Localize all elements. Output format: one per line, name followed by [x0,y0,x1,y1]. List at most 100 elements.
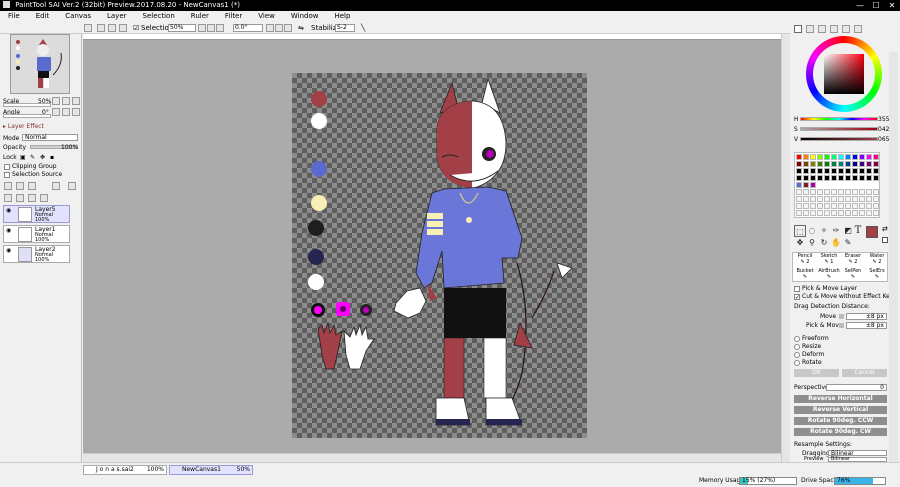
lock-paint-icon[interactable]: ✎ [30,154,35,161]
palette-swatch[interactable] [810,161,816,167]
palette-swatch-empty[interactable] [845,210,851,216]
ok-button[interactable]: OK [794,369,839,377]
palette-swatch[interactable] [838,175,844,181]
delete-layer-icon[interactable] [40,194,48,202]
palette-swatch[interactable] [852,175,858,181]
saturation-slider[interactable] [800,127,878,131]
palette-swatch[interactable] [831,168,837,174]
palette-swatch[interactable] [810,175,816,181]
palette-swatch-empty[interactable] [817,203,823,209]
merge-down-icon[interactable] [16,194,24,202]
freeform-radio[interactable] [794,336,800,342]
menu-window[interactable]: Window [283,11,327,22]
palette-swatch[interactable] [831,161,837,167]
deselect-icon[interactable] [108,24,116,32]
palette-swatch[interactable] [803,182,809,188]
palette-swatch[interactable] [845,161,851,167]
palette-swatch[interactable] [796,175,802,181]
new-linework-layer-icon[interactable] [16,182,24,190]
palette-swatch-empty[interactable] [796,210,802,216]
brush-tool-selers[interactable]: SelErs ✎ [865,268,889,282]
reverse-vertical-button[interactable]: Reverse Vertical [794,406,887,414]
brush-tool-water[interactable]: Water ✎ 2 [865,253,889,267]
hsv-slider-tab-icon[interactable] [818,25,826,33]
brush-tool-pencil[interactable]: Pencil ✎ 2 [793,253,817,267]
palette-swatch-empty[interactable] [838,196,844,202]
palette-swatch-empty[interactable] [824,189,830,195]
palette-swatch-empty[interactable] [810,189,816,195]
palette-swatch-empty[interactable] [859,189,865,195]
new-folder-icon[interactable] [28,182,36,190]
redo-icon[interactable] [97,24,105,32]
palette-swatch[interactable] [859,161,865,167]
stabilizer-select[interactable]: S-2 [335,24,355,32]
palette-swatch-empty[interactable] [852,196,858,202]
palette-swatch-empty[interactable] [831,196,837,202]
cancel-button[interactable]: Cancel [842,369,887,377]
palette-swatch[interactable] [852,161,858,167]
layer-item[interactable]: ◉ Layer1 Normal 100% [3,225,70,243]
palette-swatch[interactable] [866,175,872,181]
palette-swatch[interactable] [810,168,816,174]
palette-swatch-empty[interactable] [845,196,851,202]
new-layer-icon[interactable] [4,182,12,190]
menu-ruler[interactable]: Ruler [183,11,217,22]
palette-swatch-empty[interactable] [845,203,851,209]
eye-icon[interactable]: ◉ [6,208,13,214]
move-icon[interactable]: ✥ [794,237,806,249]
layer-thumbnail-icon[interactable] [68,182,76,190]
eyedropper-icon[interactable]: ✑ [830,225,842,237]
layer-item[interactable]: ◉ Layer5 Normal 100% [3,205,70,223]
palette-swatch[interactable] [845,168,851,174]
transparent-color-swatch[interactable] [882,237,888,243]
lock-move-icon[interactable]: ✥ [40,154,45,161]
palette-swatch-empty[interactable] [873,189,879,195]
palette-swatch-empty[interactable] [873,210,879,216]
layer-item[interactable]: ◉ Layer2 Normal 100% [3,245,70,263]
zoom-reset-icon[interactable] [216,24,224,32]
magic-wand-icon[interactable]: ✧ [818,225,830,237]
selection-source-checkbox[interactable] [4,172,10,178]
palette-swatch-empty[interactable] [866,196,872,202]
palette-swatch-empty[interactable] [831,203,837,209]
palette-swatch[interactable] [845,154,851,160]
palette-swatch[interactable] [866,161,872,167]
palette-swatch-empty[interactable] [859,210,865,216]
palette-swatch-empty[interactable] [845,189,851,195]
transfer-down-icon[interactable] [4,194,12,202]
reverse-horizontal-button[interactable]: Reverse Horizontal [794,395,887,403]
rotate-ccw-button[interactable]: Rotate 90deg. CCW [794,417,887,425]
rotate-radio[interactable] [794,360,800,366]
palette-swatch-empty[interactable] [859,196,865,202]
menu-canvas[interactable]: Canvas [57,11,99,22]
palette-swatch[interactable] [803,154,809,160]
palette-swatch[interactable] [824,175,830,181]
palette-swatch[interactable] [824,168,830,174]
palette-swatch-empty[interactable] [810,196,816,202]
palette-swatch[interactable] [803,175,809,181]
menu-file[interactable]: File [0,11,28,22]
palette-swatch[interactable] [817,154,823,160]
palette-swatch-empty[interactable] [796,189,802,195]
rgb-slider-tab-icon[interactable] [806,25,814,33]
palette-swatch[interactable] [845,175,851,181]
palette-swatch-empty[interactable] [817,196,823,202]
lock-all-icon[interactable]: ▪ [50,154,54,161]
move-distance-field[interactable]: ±8 px [846,313,887,320]
palette-swatch[interactable] [866,168,872,174]
palette-swatch-empty[interactable] [852,203,858,209]
angle-ccw-icon[interactable] [52,108,60,116]
palette-swatch-empty[interactable] [817,210,823,216]
palette-swatch[interactable] [873,161,879,167]
palette-swatch[interactable] [796,154,802,160]
palette-swatch[interactable] [803,168,809,174]
palette-swatch-empty[interactable] [824,203,830,209]
palette-swatch-empty[interactable] [796,203,802,209]
zoom-select[interactable]: 50% [168,24,196,32]
palette-swatch-empty[interactable] [824,196,830,202]
palette-swatch[interactable] [859,168,865,174]
scratchpad-tab-icon[interactable] [842,25,850,33]
tab-icon[interactable] [854,25,862,33]
palette-swatch-empty[interactable] [803,203,809,209]
zoom-icon[interactable]: ⚲ [806,237,818,249]
